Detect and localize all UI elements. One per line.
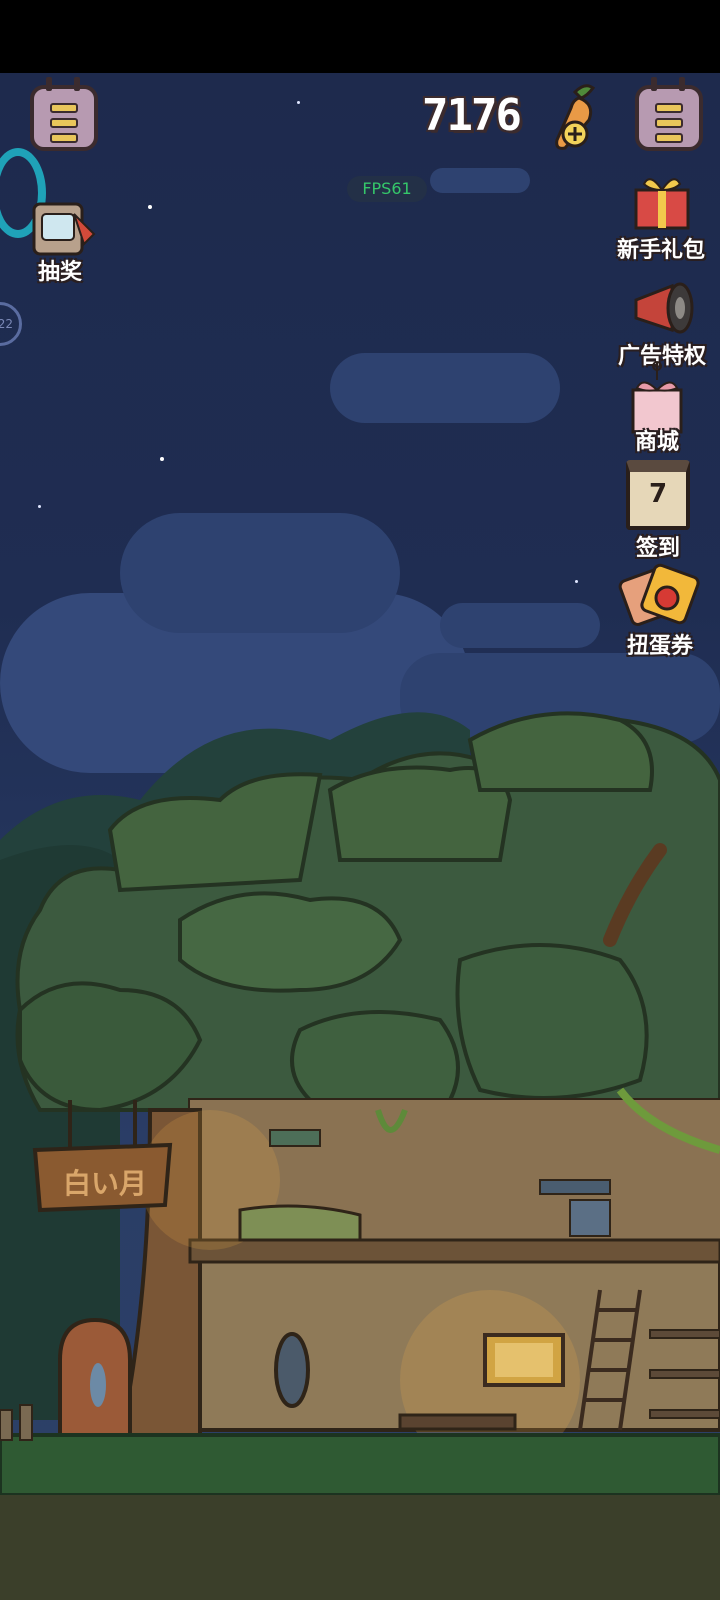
calendar-day: 7 (648, 479, 668, 509)
menu-icon (655, 103, 683, 148)
check-in-button[interactable]: 7 签到 (616, 460, 700, 562)
capsule-ticket-icon (618, 563, 700, 626)
menu-icon (50, 103, 78, 148)
gacha-ticket-label: 扭蛋券 (626, 634, 693, 659)
calendar-icon: 7 (626, 460, 690, 530)
fps-indicator: FPS61 (347, 176, 427, 202)
shop-label: 商城 (634, 430, 679, 455)
gacha-ticket-button[interactable]: 扭蛋券 (610, 560, 710, 660)
check-in-label: 签到 (635, 536, 680, 561)
carrot-currency-count: 7176 (422, 90, 522, 141)
ad-privilege-button[interactable]: 广告特权 (606, 278, 718, 370)
gift-box-icon (634, 178, 690, 230)
right-menu-button[interactable] (635, 77, 703, 151)
status-bar (0, 0, 720, 73)
lottery-button[interactable]: 抽奖 (20, 184, 100, 286)
left-menu-button[interactable] (30, 77, 98, 151)
starter-pack-label: 新手礼包 (616, 238, 705, 263)
shop-button[interactable]: 商城 (612, 360, 702, 456)
lottery-box-icon (32, 202, 96, 256)
shop-sign: 白い月 (62, 1167, 147, 1200)
starter-pack-button[interactable]: 新手礼包 (606, 170, 716, 264)
carrot-add-icon[interactable] (545, 82, 605, 154)
megaphone-icon (634, 282, 694, 334)
lottery-label: 抽奖 (37, 260, 82, 285)
